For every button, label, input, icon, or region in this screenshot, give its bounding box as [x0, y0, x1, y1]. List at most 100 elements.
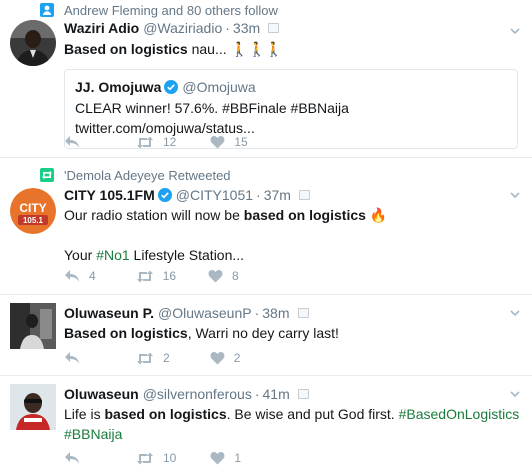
author-handle[interactable]: @OluwaseunP: [158, 305, 252, 321]
author-handle[interactable]: @Waziriadio: [143, 20, 222, 36]
reply-button[interactable]: [64, 135, 80, 149]
tweet-text: Our radio station will now be based on l…: [64, 205, 524, 225]
tweet-context: 'Demola Adeyeye Retweeted: [40, 166, 231, 184]
text-pre: Life is: [64, 406, 105, 422]
reply-button[interactable]: 4: [64, 269, 96, 283]
quote-author-handle: @Omojuwa: [182, 79, 256, 95]
hashtag-link[interactable]: #BBNaija: [64, 426, 122, 442]
avatar-logo-subtext: 105.1: [23, 216, 44, 225]
tweet-text: Life is based on logistics. Be wise and …: [64, 404, 524, 444]
tweet-time[interactable]: 37m: [264, 187, 291, 203]
retweet-icon: [136, 270, 153, 282]
reply-count: 4: [89, 269, 96, 283]
hashtag-link[interactable]: #BasedOnLogistics: [399, 406, 520, 422]
like-count: 2: [233, 351, 241, 365]
context-text[interactable]: Andrew Fleming and 80 others follow: [64, 3, 278, 18]
tweet-header: CITY 105.1FM @CITY1051 · 37m: [64, 185, 524, 205]
tweet-time[interactable]: 41m: [263, 386, 290, 402]
chevron-down-icon[interactable]: [510, 389, 520, 399]
author-name[interactable]: Oluwaseun P.: [64, 305, 154, 321]
tweet-actions: 2 2: [64, 350, 240, 366]
text-rest: Lifestyle Station...: [129, 247, 245, 263]
avatar[interactable]: [10, 20, 56, 66]
retweet-count: 2: [163, 351, 170, 365]
tweet-3[interactable]: Oluwaseun P. @OluwaseunP · 38m Based on …: [0, 295, 532, 376]
text-bold: based on logistics: [104, 406, 227, 422]
media-icon: [297, 308, 309, 318]
tweet-header: Oluwaseun P. @OluwaseunP · 38m: [64, 303, 524, 323]
tweet-actions: 10 1: [64, 450, 241, 466]
author-name[interactable]: CITY 105.1FM: [64, 187, 155, 203]
tweet-text: Based on logistics, Warri no dey carry l…: [64, 323, 524, 343]
heart-icon: [208, 270, 223, 283]
tweet-time[interactable]: 33m: [233, 20, 260, 36]
tweet-actions: 12 15: [64, 134, 248, 150]
like-count: 8: [232, 269, 239, 283]
tweet-header: Oluwaseun @silvernonferous · 41m: [64, 384, 524, 404]
retweet-button[interactable]: 2: [136, 351, 170, 365]
like-count: 1: [234, 451, 242, 465]
tweet-text-line-2: Your #No1 Lifestyle Station...: [64, 245, 524, 265]
media-icon: [268, 23, 280, 33]
reply-icon: [65, 136, 79, 148]
chevron-down-icon[interactable]: [510, 308, 520, 318]
like-button[interactable]: 1: [210, 451, 241, 465]
verified-icon: [157, 188, 172, 202]
retweet-button[interactable]: 16: [136, 269, 176, 283]
tweet-context: Andrew Fleming and 80 others follow: [40, 1, 278, 19]
quote-text: CLEAR winner! 57.6%. #BBFinale #BBNaija …: [75, 100, 349, 136]
author-name[interactable]: Waziri Adio: [64, 20, 139, 36]
avatar[interactable]: CITY 105.1: [10, 188, 56, 234]
tweet-time[interactable]: 38m: [262, 305, 289, 321]
tweet-1[interactable]: Andrew Fleming and 80 others follow Wazi…: [0, 0, 532, 158]
retweet-icon: [137, 452, 153, 464]
retweet-button[interactable]: 12: [136, 135, 176, 149]
text-rest: , Warri no dey carry last!: [187, 325, 339, 341]
retweet-count: 12: [163, 135, 177, 149]
media-icon: [298, 190, 310, 200]
retweet-button[interactable]: 10: [136, 451, 176, 465]
avatar-logo-text: CITY: [19, 201, 46, 215]
author-handle[interactable]: @CITY1051: [176, 187, 253, 203]
media-icon: [297, 389, 309, 399]
tweet-text: Based on logistics nau... 🚶🚶🚶: [64, 39, 524, 59]
text-rest: nau... 🚶🚶🚶: [187, 41, 283, 57]
context-text[interactable]: 'Demola Adeyeye Retweeted: [64, 168, 231, 183]
verified-icon: [164, 80, 179, 94]
chevron-down-icon[interactable]: [510, 190, 520, 200]
reply-icon: [65, 270, 79, 282]
retweet-context-icon: [40, 168, 54, 182]
text-rest: . Be wise and put God first.: [226, 406, 399, 422]
text-pre: Your: [64, 247, 97, 263]
tweet-4[interactable]: Oluwaseun @silvernonferous · 41m Life is…: [0, 376, 532, 475]
like-button[interactable]: 15: [210, 135, 248, 149]
hashtag-link[interactable]: #No1: [96, 247, 129, 263]
like-count: 15: [234, 135, 248, 149]
retweet-icon: [137, 352, 153, 364]
retweet-count: 10: [163, 451, 177, 465]
like-button[interactable]: 2: [210, 351, 241, 365]
reply-button[interactable]: [64, 351, 80, 365]
retweet-count: 16: [162, 269, 177, 283]
person-follow-icon: [40, 3, 54, 17]
text-bold: Based on logistics: [64, 325, 188, 341]
text-bold: based on logistics: [243, 207, 366, 223]
avatar[interactable]: [10, 384, 56, 430]
chevron-down-icon[interactable]: [510, 26, 520, 36]
heart-icon: [210, 452, 225, 465]
text-bold: Based on logistics: [64, 41, 188, 57]
reply-button[interactable]: [64, 451, 80, 465]
tweet-2[interactable]: 'Demola Adeyeye Retweeted CITY 105.1 CIT…: [0, 158, 532, 295]
like-button[interactable]: 8: [208, 269, 239, 283]
reply-icon: [65, 352, 79, 364]
tweet-actions: 4 16 8: [64, 268, 239, 284]
author-handle[interactable]: @silvernonferous: [143, 386, 252, 402]
retweet-icon: [137, 136, 153, 148]
text-pre: Our radio station will now be: [64, 207, 244, 223]
author-name[interactable]: Oluwaseun: [64, 386, 139, 402]
reply-icon: [65, 452, 79, 464]
fire-emoji: 🔥: [365, 207, 388, 223]
avatar[interactable]: [10, 303, 56, 349]
tweet-header: Waziri Adio @Waziriadio · 33m: [64, 18, 524, 38]
heart-icon: [210, 136, 225, 149]
